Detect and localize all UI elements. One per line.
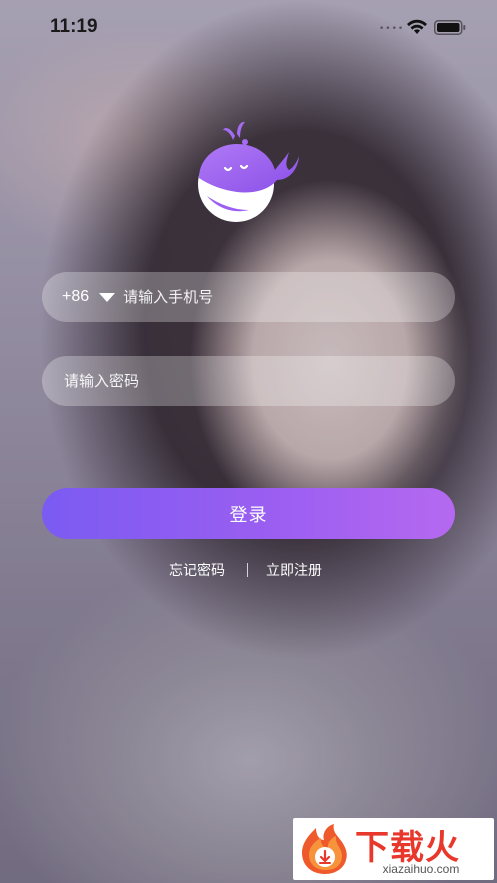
whale-logo-icon <box>198 121 299 222</box>
watermark-domain: xiazaihuo.com <box>382 862 460 876</box>
watermark: 下载火 xiazaihuo.com <box>293 818 494 880</box>
link-divider <box>247 563 248 577</box>
status-bar: 11:19 •••• <box>0 0 497 54</box>
phone-field[interactable]: +86 <box>42 272 455 322</box>
register-link[interactable]: 立即注册 <box>266 560 322 580</box>
status-time: 11:19 <box>50 16 98 37</box>
login-button[interactable]: 登录 <box>42 488 455 539</box>
phone-input[interactable] <box>123 272 455 322</box>
caret-down-icon[interactable] <box>99 292 116 302</box>
battery-icon <box>434 20 466 35</box>
password-field[interactable] <box>42 356 455 406</box>
password-input[interactable] <box>64 356 455 406</box>
auth-links: 忘记密码 立即注册 <box>0 560 497 582</box>
country-code-selector[interactable]: +86 <box>62 288 89 306</box>
wifi-icon <box>407 19 427 34</box>
signal-dots: •••• <box>379 24 405 34</box>
download-flame-icon <box>302 824 347 874</box>
forgot-password-link[interactable]: 忘记密码 <box>169 560 225 580</box>
